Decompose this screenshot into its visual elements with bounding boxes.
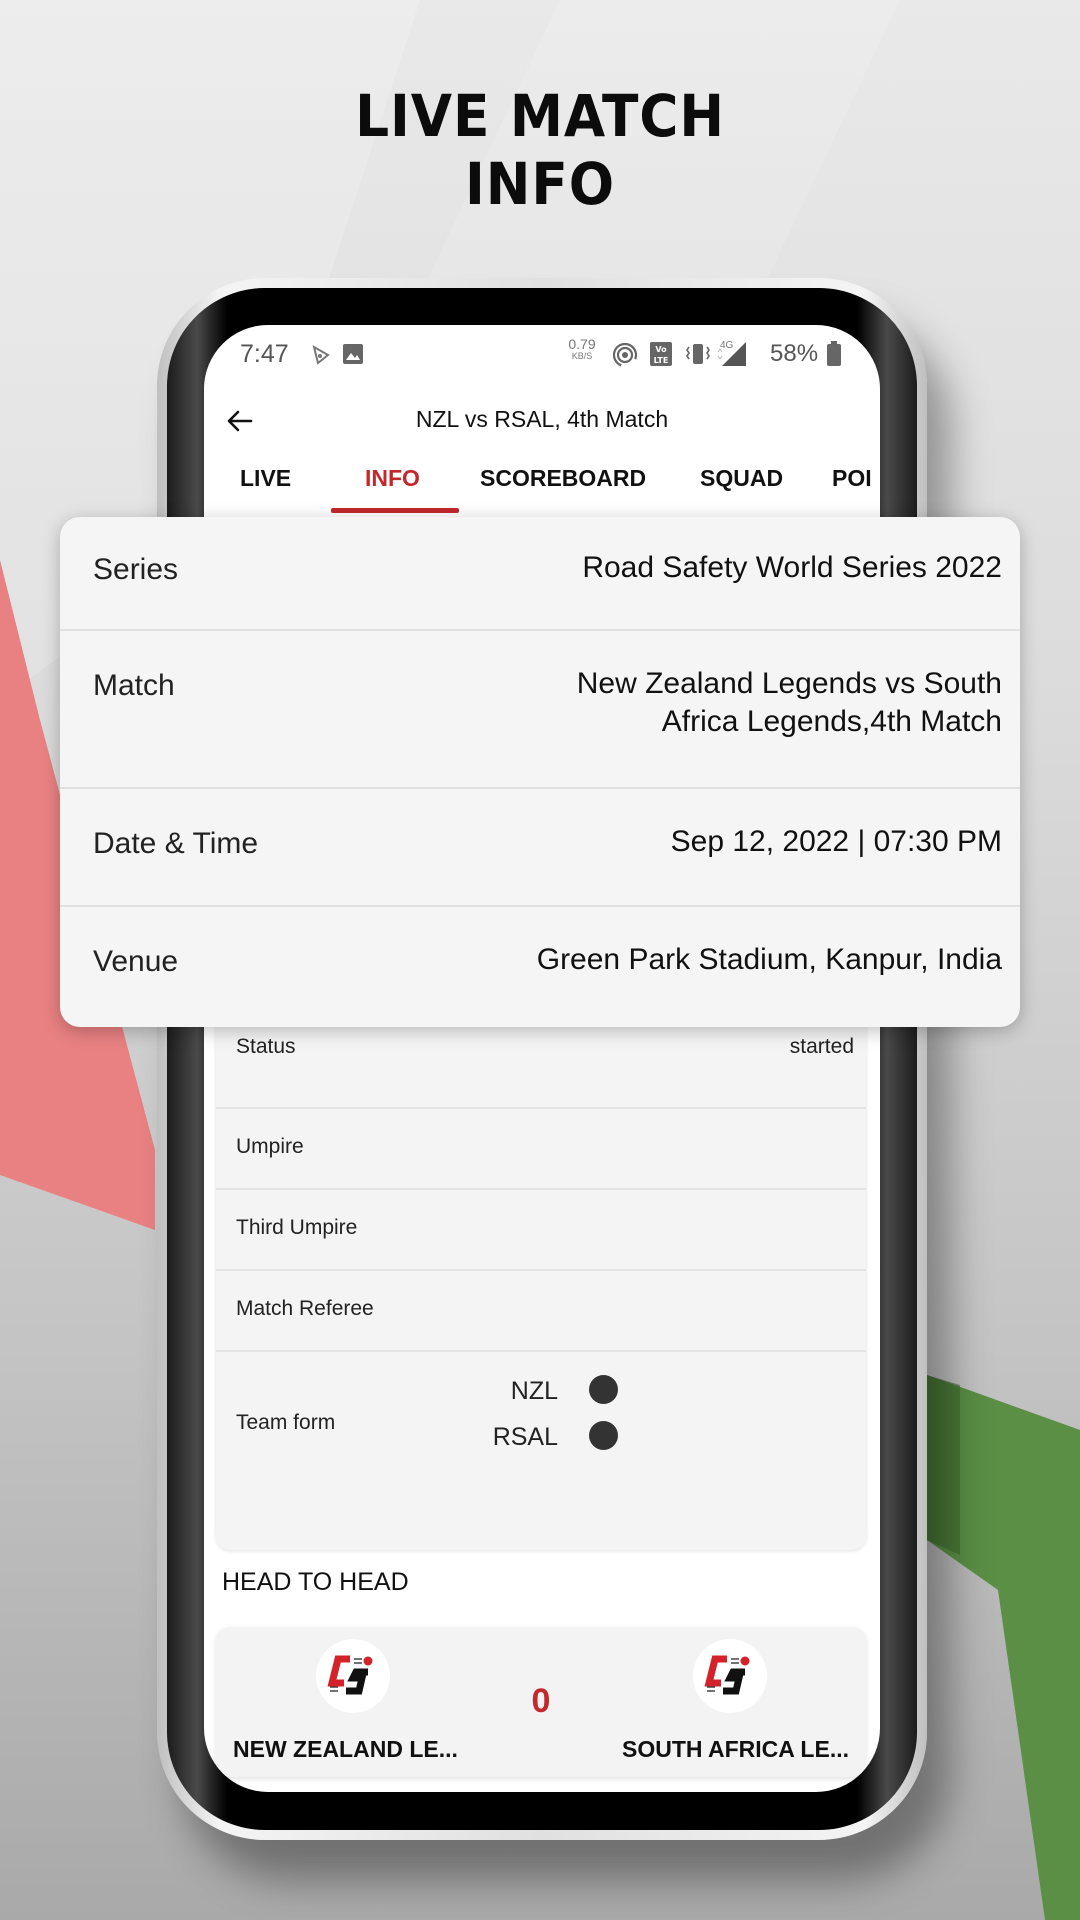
tab-bar: LIVE INFO SCOREBOARD SQUAD POI — [204, 465, 880, 515]
status-bar: 7:47 0.79 KB/S Vo LTE 4G 58% — [204, 325, 880, 385]
row-label: Match — [93, 669, 175, 702]
4g-signal-icon — [717, 342, 746, 366]
green-shape — [927, 1375, 1080, 1920]
battery-percent: 58% — [770, 340, 819, 367]
vibrate-icon — [686, 344, 710, 364]
head-to-head-title: HEAD TO HEAD — [222, 1568, 409, 1596]
headline-line-2: INFO — [464, 150, 615, 218]
battery-icon — [827, 341, 841, 366]
headline-line-1: LIVE MATCH — [355, 82, 725, 150]
team-form-dot — [589, 1375, 618, 1404]
overlay-row-date-time: Date & Time Sep 12, 2022 | 07:30 PM — [60, 787, 1020, 907]
overlay-row-venue: Venue Green Park Stadium, Kanpur, India — [60, 905, 1020, 1027]
team2-name: SOUTH AFRICA LE... — [621, 1736, 849, 1762]
row-value: Sep 12, 2022 | 07:30 PM — [670, 825, 1002, 858]
match-info-overlay-card: Series Road Safety World Series 2022 Mat… — [60, 517, 1020, 1027]
list-row-status: Status started — [216, 1025, 866, 1109]
hotspot-icon — [613, 343, 637, 367]
overlay-row-series: Series Road Safety World Series 2022 — [60, 517, 1020, 631]
active-tab-indicator — [331, 508, 459, 513]
tab-live[interactable]: LIVE — [240, 465, 291, 492]
head-to-head-card[interactable]: 0 NEW ZEALAND LE... SOUTH AFRICA LE... — [216, 1627, 866, 1777]
tab-scoreboard[interactable]: SCOREBOARD — [480, 465, 646, 492]
status-time: 7:47 — [240, 340, 289, 368]
row-label: Team form — [236, 1411, 336, 1434]
list-row-team-form: Team form NZL RSAL — [216, 1351, 866, 1471]
row-label: Match Referee — [236, 1297, 374, 1320]
svg-text:Vo: Vo — [655, 345, 667, 354]
net-speed: 0.79 KB/S — [567, 337, 597, 361]
gallery-notification-icon — [343, 344, 363, 364]
row-value: Green Park Stadium, Kanpur, India — [536, 943, 1002, 976]
team-form-dot — [589, 1421, 618, 1450]
row-value: Road Safety World Series 2022 — [582, 551, 1002, 584]
promo-headline: LIVE MATCH INFO — [43, 82, 1037, 218]
tab-points[interactable]: POI — [832, 465, 872, 492]
team1-name: NEW ZEALAND LE... — [233, 1736, 458, 1762]
net-speed-unit: KB/S — [571, 351, 593, 361]
row-label: Umpire — [236, 1135, 304, 1158]
row-value-line-2: Africa Legends,4th Match — [661, 705, 1002, 738]
svg-text:LTE: LTE — [654, 356, 669, 365]
tab-squad[interactable]: SQUAD — [700, 465, 783, 492]
team-form-code-nzl: NZL — [510, 1377, 558, 1405]
page-title: NZL vs RSAL, 4th Match — [415, 406, 669, 432]
team-form-code-rsal: RSAL — [492, 1423, 558, 1451]
list-row-third-umpire: Third Umpire — [216, 1188, 866, 1271]
row-label: Venue — [93, 945, 179, 978]
row-label: Date & Time — [93, 827, 259, 860]
row-value: started — [789, 1035, 854, 1058]
row-value-line-1: New Zealand Legends vs South — [576, 667, 1002, 700]
overlay-row-match: Match New Zealand Legends vs South Afric… — [60, 629, 1020, 789]
cast-notification-icon — [312, 344, 330, 365]
row-value: New Zealand Legends vs South Africa Lege… — [577, 665, 1002, 741]
net-speed-value: 0.79 — [568, 336, 596, 352]
list-row-umpire: Umpire — [216, 1107, 866, 1190]
list-row-match-referee: Match Referee — [216, 1269, 866, 1352]
volte-icon: Vo LTE — [650, 342, 672, 366]
head-to-head-score: 0 — [531, 1682, 551, 1720]
tab-info[interactable]: INFO — [365, 465, 420, 492]
row-label: Third Umpire — [236, 1216, 358, 1239]
row-label: Series — [93, 553, 179, 586]
phone-frame: 7:47 0.79 KB/S Vo LTE 4G 58% NZL vs RSAL… — [157, 278, 927, 1840]
row-label: Status — [236, 1035, 296, 1058]
